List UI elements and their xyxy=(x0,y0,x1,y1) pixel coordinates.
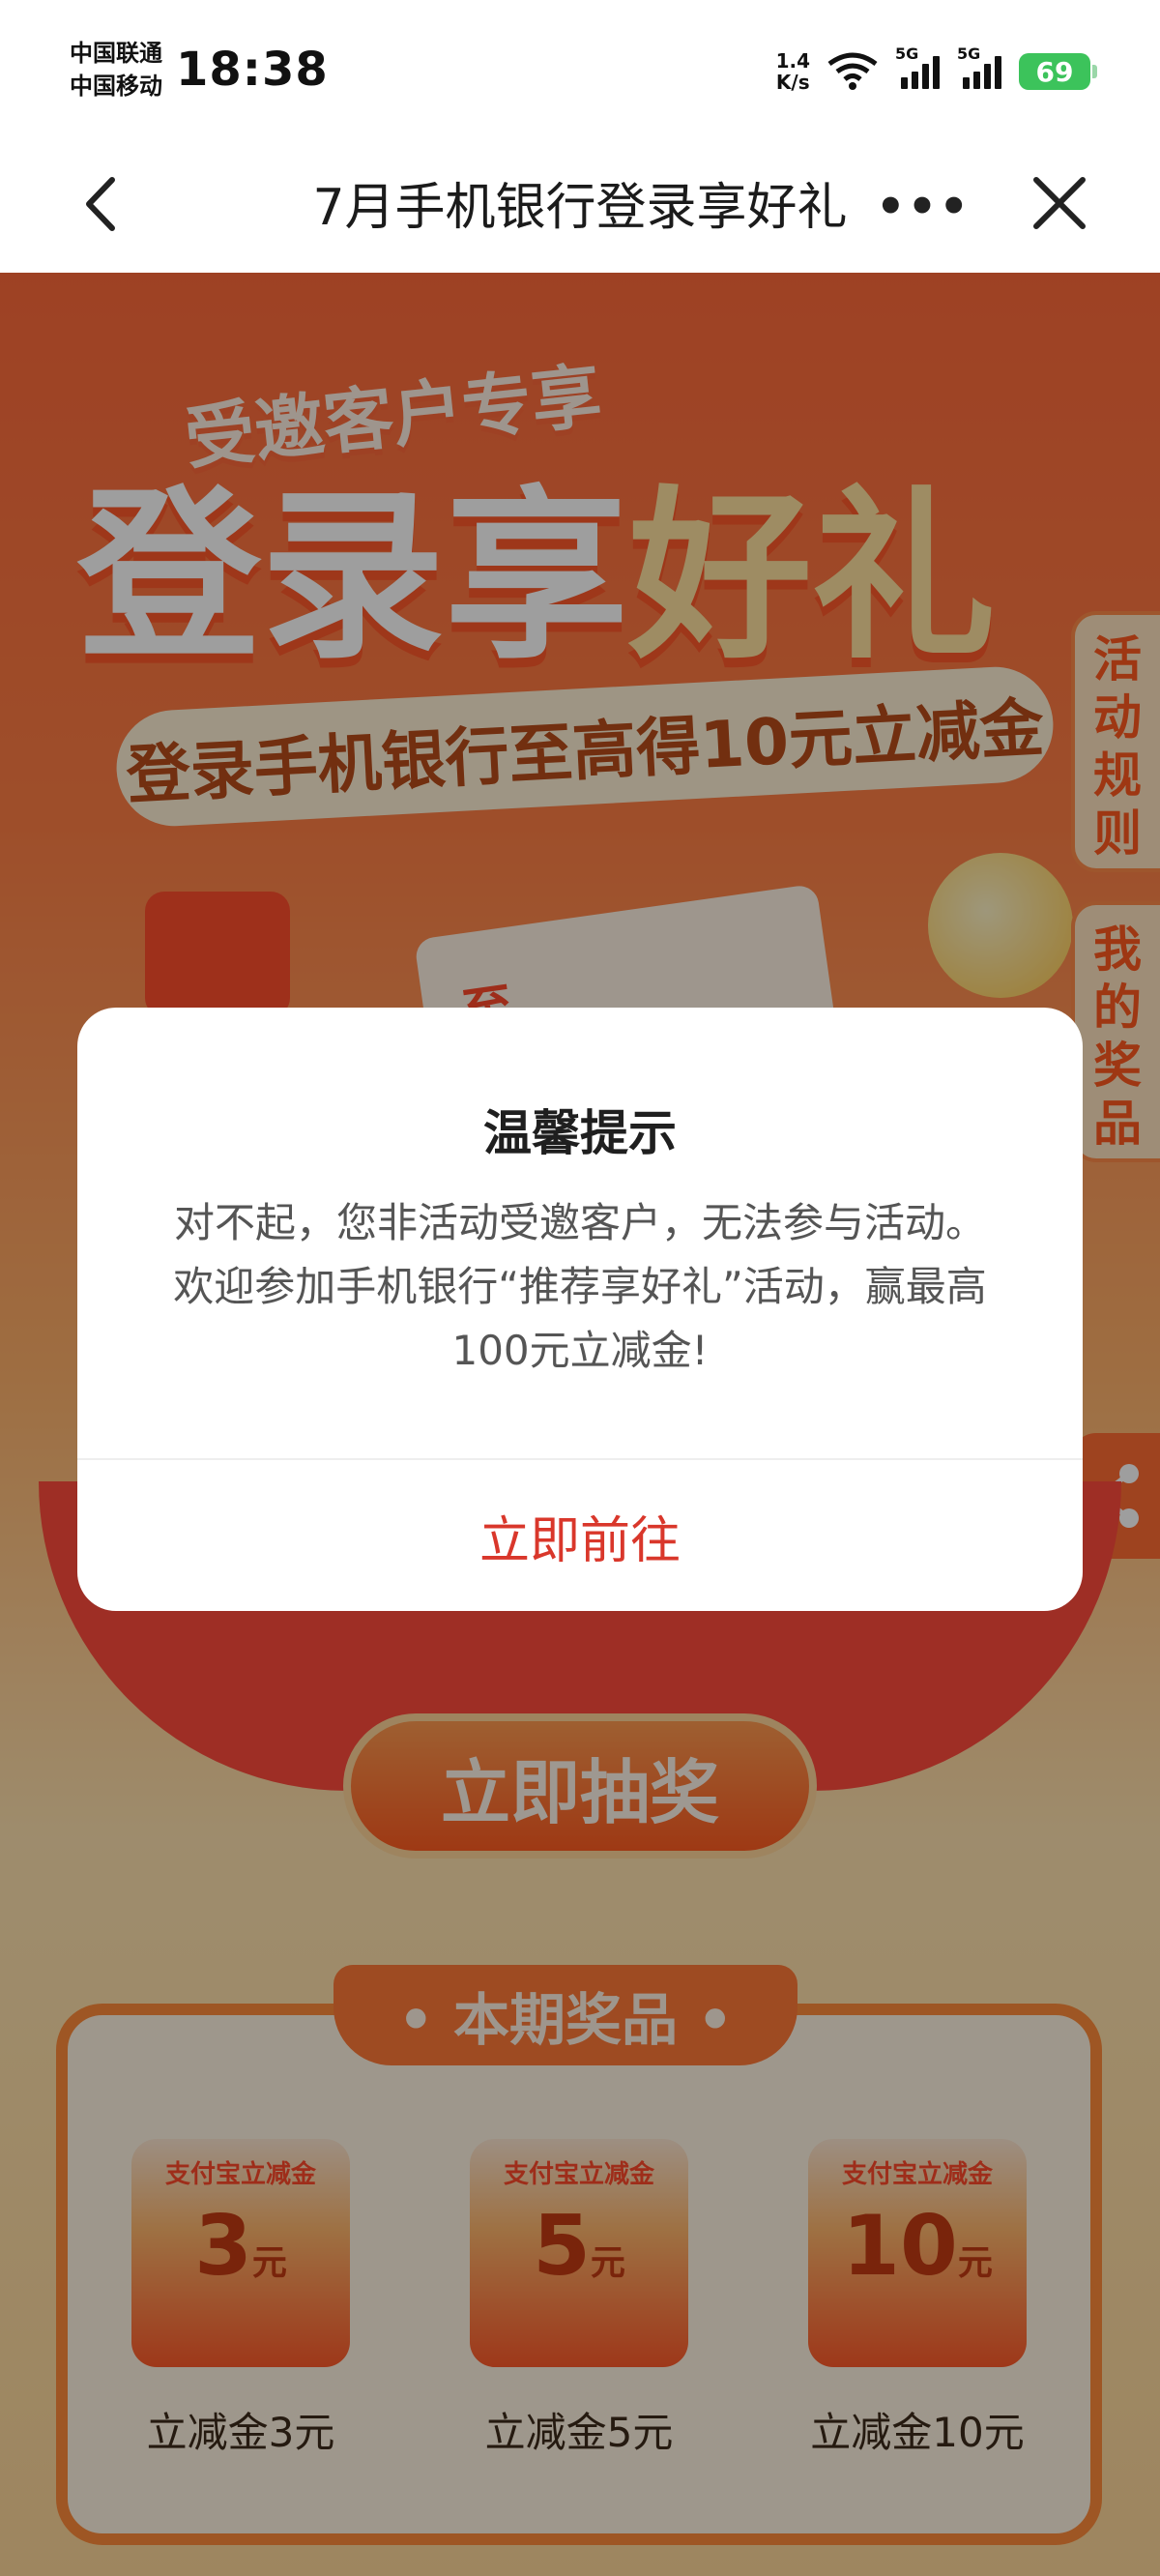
network-speed-unit: K/s xyxy=(775,71,810,94)
wifi-icon xyxy=(827,52,878,90)
battery-icon: 69 xyxy=(1019,53,1097,90)
signal-5g-icon-2: 5G xyxy=(957,44,1001,89)
go-now-button[interactable]: 立即前往 xyxy=(77,1460,1083,1611)
close-icon[interactable] xyxy=(1021,164,1098,242)
dialog-message: 对不起，您非活动受邀客户，无法参与活动。欢迎参加手机银行“推荐享好礼”活动，赢最… xyxy=(173,1199,987,1374)
notice-dialog: 温馨提示 对不起，您非活动受邀客户，无法参与活动。欢迎参加手机银行“推荐享好礼”… xyxy=(77,1008,1083,1611)
battery-level: 69 xyxy=(1035,55,1074,88)
signal-5g-icon-1: 5G xyxy=(895,44,940,89)
clock: 18:38 xyxy=(176,43,329,97)
dialog-title: 温馨提示 xyxy=(483,1105,677,1161)
carrier-1: 中国联通 xyxy=(70,40,162,67)
carrier-2: 中国移动 xyxy=(70,73,162,100)
network-speed: 1.4 K/s xyxy=(776,50,810,93)
status-icons: 1.4 K/s 5G 5G 69 xyxy=(776,44,1097,99)
back-icon[interactable] xyxy=(68,170,135,238)
network-speed-value: 1.4 xyxy=(775,49,810,73)
signal-tag-2: 5G xyxy=(957,44,981,63)
carrier-labels: 中国联通 中国移动 xyxy=(70,37,162,102)
more-options-button[interactable]: ••• xyxy=(876,180,971,234)
status-bar: 中国联通 中国移动 18:38 1.4 K/s 5G 5G 69 xyxy=(0,0,1160,135)
nav-bar: 7月手机银行登录享好礼 ••• xyxy=(0,135,1160,273)
signal-tag-1: 5G xyxy=(895,44,919,63)
page-title: 7月手机银行登录享好礼 xyxy=(312,179,848,237)
